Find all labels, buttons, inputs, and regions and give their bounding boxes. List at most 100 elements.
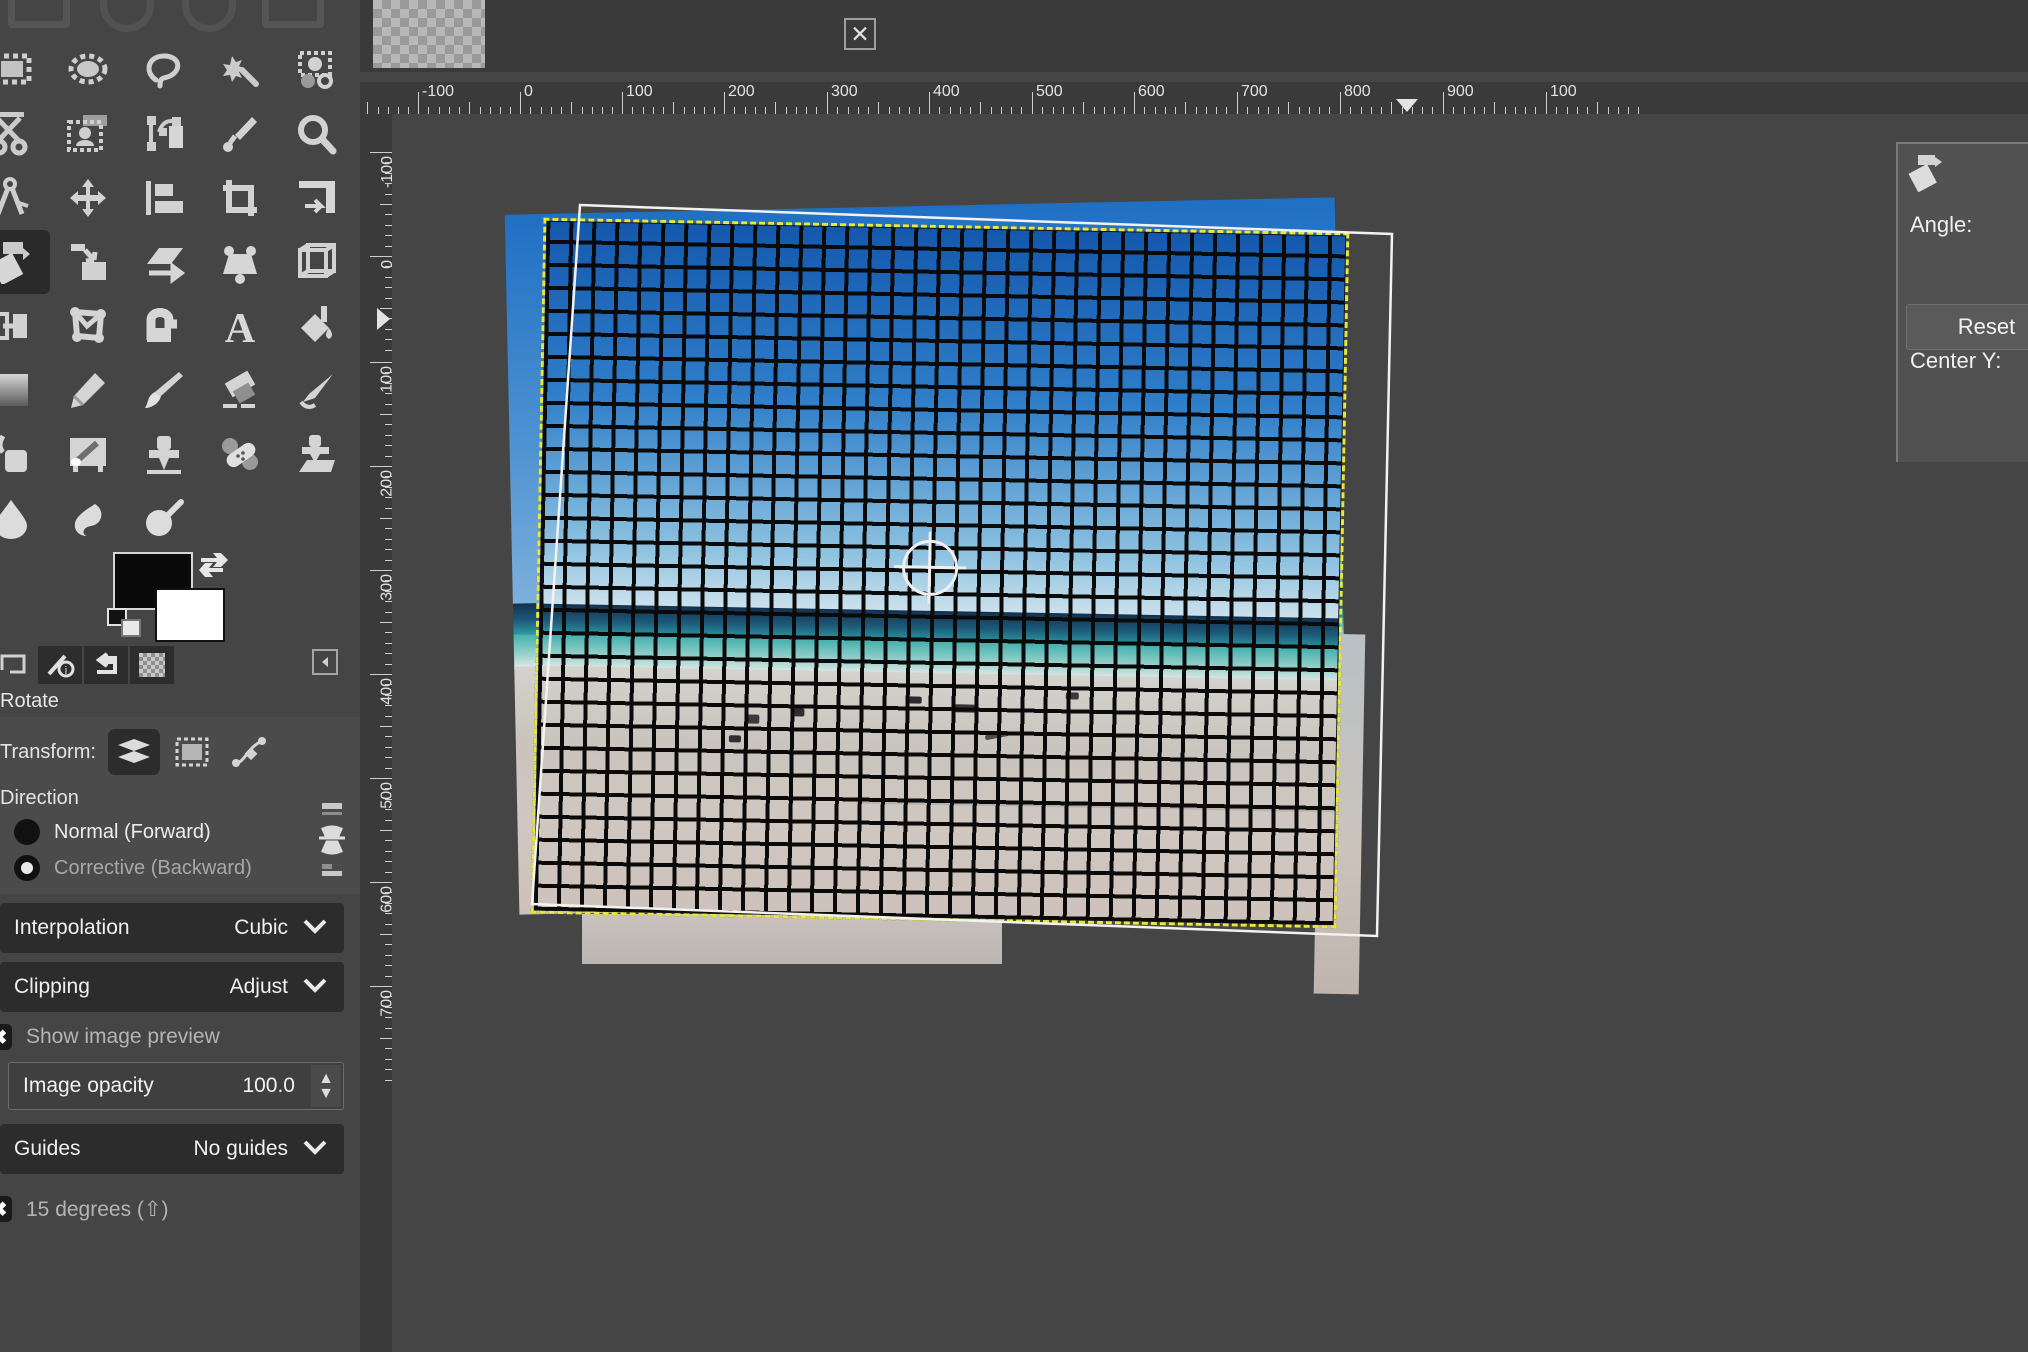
tool-scissors-select[interactable]	[0, 102, 50, 166]
tool-bucket-fill[interactable]	[278, 294, 354, 358]
ruler-minor-tick	[380, 518, 392, 519]
reset-button[interactable]: Reset	[1906, 304, 2028, 350]
ruler-minor-tick	[754, 107, 756, 114]
tool-color-picker[interactable]	[202, 102, 278, 166]
rotate-dialog[interactable]: Rotate Angle: 5.22	[1896, 142, 2028, 462]
tool-3d-transform[interactable]	[278, 230, 354, 294]
rotate-dialog-titlebar[interactable]: Rotate	[1898, 144, 2028, 202]
ruler-minor-tick	[385, 892, 392, 894]
tool-zoom[interactable]	[278, 102, 354, 166]
ruler-minor-tick	[469, 102, 471, 114]
tool-fuzzy-select[interactable]	[202, 38, 278, 102]
ruler-minor-tick	[385, 965, 392, 967]
background-color[interactable]	[155, 588, 225, 642]
spin-down-icon[interactable]: ▼	[318, 1086, 334, 1102]
transform-layer-icon[interactable]	[107, 729, 160, 775]
reset-colors-icon[interactable]	[107, 608, 143, 638]
tool-clone-canvas[interactable]	[50, 422, 126, 486]
tool-clone[interactable]	[126, 422, 202, 486]
ruler-minor-tick	[1073, 107, 1074, 114]
swap-colors-icon[interactable]	[195, 548, 229, 582]
ruler-minor-tick	[385, 393, 392, 395]
left-dock: A i Rotate Transform: Direction Normal (…	[0, 0, 360, 1352]
tool-pencil[interactable]	[50, 358, 126, 422]
tool-free-select[interactable]	[126, 38, 202, 102]
ruler-minor-tick	[385, 382, 392, 384]
toolbox-row	[0, 166, 360, 230]
ruler-label: 600	[379, 886, 392, 913]
ruler-minor-tick	[1103, 107, 1105, 114]
tool-gradient[interactable]	[0, 358, 50, 422]
ruler-minor-tick	[1329, 107, 1331, 114]
tool-crop[interactable]	[202, 166, 278, 230]
tool-text[interactable]: A	[202, 294, 278, 358]
toolbox-row	[0, 486, 360, 550]
ruler-major-tick	[370, 256, 392, 257]
transform-direction-flip-icon[interactable]	[312, 825, 352, 855]
ruler-minor-tick	[385, 798, 392, 800]
direction-corrective-radio[interactable]: Corrective (Backward)	[0, 850, 360, 886]
guides-combo[interactable]: Guides No guides	[0, 1124, 344, 1174]
horizontal-ruler[interactable]: -200-1000100200300400500600700800900100	[360, 82, 2028, 114]
clipping-combo[interactable]: Clipping Adjust	[0, 962, 344, 1012]
vertical-ruler[interactable]: -1000100200300400500600700	[360, 114, 392, 1352]
transform-preview-layer[interactable]	[530, 217, 1350, 929]
toolbox-row	[0, 38, 360, 102]
tool-ink[interactable]	[278, 358, 354, 422]
tool-rotate[interactable]	[0, 230, 50, 294]
undo-history-icon[interactable]	[84, 646, 128, 684]
rotation-pivot-handle[interactable]	[894, 531, 967, 604]
tool-heal[interactable]	[202, 422, 278, 486]
image-opacity-spinner[interactable]: ▲ ▼	[311, 1065, 341, 1107]
tool-foreground-select[interactable]	[50, 102, 126, 166]
tool-alignment[interactable]	[126, 166, 202, 230]
tool-rectangle-select[interactable]	[0, 38, 50, 102]
tool-select-by-color[interactable]	[278, 38, 354, 102]
tool-shear[interactable]	[126, 230, 202, 294]
tool-move[interactable]	[50, 166, 126, 230]
tool-unified-transform[interactable]	[278, 166, 354, 230]
ruler-minor-tick	[1453, 107, 1455, 114]
show-image-preview-checkbox[interactable]: ✖ Show image preview	[0, 1012, 360, 1056]
brush-info-icon[interactable]: i	[38, 646, 82, 684]
tool-warp-transform[interactable]	[126, 294, 202, 358]
ruler-major-tick	[1237, 92, 1238, 114]
tool-measure[interactable]	[0, 166, 50, 230]
ruler-minor-tick	[1370, 107, 1372, 114]
spin-up-icon[interactable]: ▲	[318, 1071, 334, 1087]
tool-cage-transform[interactable]	[50, 294, 126, 358]
pattern-icon[interactable]	[130, 646, 174, 684]
tool-perspective-clone[interactable]	[278, 422, 354, 486]
tool-flip[interactable]	[0, 294, 50, 358]
ruler-minor-tick	[1597, 102, 1599, 114]
tool-dodge-burn[interactable]	[126, 486, 202, 550]
color-swatch-area	[0, 548, 360, 642]
tool-ellipse-select[interactable]	[50, 38, 126, 102]
ruler-minor-tick	[1247, 107, 1249, 114]
transform-path-icon[interactable]	[224, 729, 276, 775]
collapse-panel-icon[interactable]	[312, 649, 338, 675]
interpolation-combo[interactable]: Interpolation Cubic	[0, 903, 344, 953]
ruler-label: 100	[379, 366, 392, 393]
transform-selection-icon[interactable]	[166, 729, 218, 775]
canvas-viewport[interactable]	[392, 114, 2028, 1352]
tool-scale[interactable]	[50, 230, 126, 294]
close-icon[interactable]: ✕	[844, 18, 876, 50]
tool-paths[interactable]	[126, 102, 202, 166]
direction-normal-radio[interactable]: Normal (Forward)	[0, 814, 360, 850]
transform-direction-top-icon[interactable]	[312, 795, 352, 825]
constrain-15-degrees-checkbox[interactable]: ✖ 15 degrees (⇧)	[0, 1174, 360, 1228]
tool-blur-sharpen[interactable]	[0, 486, 50, 550]
tool-paintbrush[interactable]	[126, 358, 202, 422]
image-opacity-slider[interactable]: Image opacity 100.0 ▲ ▼	[8, 1062, 344, 1110]
layer-thumbnail[interactable]	[373, 0, 485, 68]
ruler-minor-tick	[385, 746, 392, 748]
tool-mypaint-brush[interactable]	[0, 422, 50, 486]
tool-eraser[interactable]	[202, 358, 278, 422]
device-image-icon[interactable]	[0, 646, 36, 684]
tool-smudge[interactable]	[50, 486, 126, 550]
ruler-minor-tick	[385, 434, 392, 436]
interpolation-value: Cubic	[234, 916, 288, 939]
transform-direction-bottom-icon[interactable]	[312, 855, 352, 885]
tool-perspective[interactable]	[202, 230, 278, 294]
